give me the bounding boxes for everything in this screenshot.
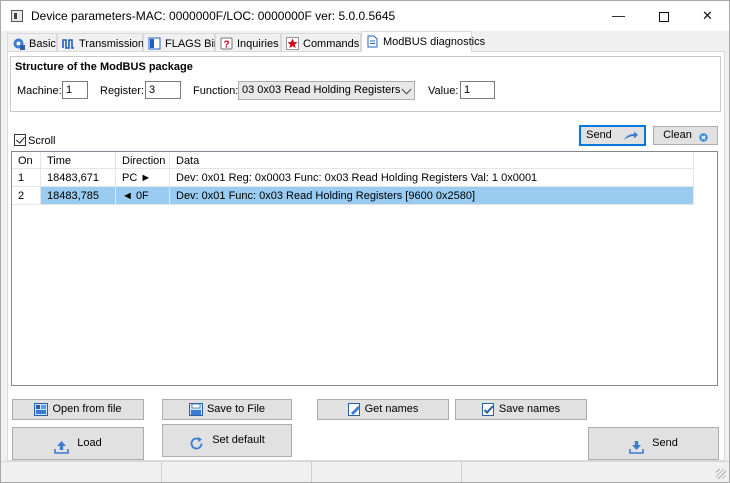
value-field[interactable]: 1: [460, 81, 495, 99]
open-from-file-button[interactable]: Open from file: [12, 399, 144, 420]
pulse-wave-icon: [62, 37, 75, 50]
save-to-file-button[interactable]: Save to File: [162, 399, 292, 420]
column-header-on[interactable]: On: [12, 152, 41, 169]
cell-direction: ◄ 0F: [116, 187, 170, 205]
status-separator: [311, 462, 312, 482]
value-label: Value:: [428, 85, 459, 97]
cell-time: 18483,785: [41, 187, 116, 205]
register-field[interactable]: 3: [145, 81, 181, 99]
edit-names-icon: [347, 402, 361, 416]
set-default-label: Set default: [212, 434, 265, 446]
group-title: Structure of the ModBUS package: [15, 61, 193, 73]
tab-modbus-diagnostics[interactable]: ModBUS diagnostics: [361, 31, 485, 52]
send-button[interactable]: Send: [588, 427, 719, 460]
flag-panel-icon: [148, 37, 161, 50]
function-select[interactable]: 03 0x03 Read Holding Registers: [238, 81, 415, 100]
tab-basic[interactable]: Basic: [7, 33, 57, 52]
send-label: Send: [652, 437, 678, 449]
status-separator: [461, 462, 462, 482]
function-label: Function:: [193, 85, 239, 97]
send-arrow-icon: [623, 130, 639, 141]
check-names-icon: [481, 402, 495, 416]
cell-data: Dev: 0x01 Func: 0x03 Read Holding Regist…: [170, 187, 694, 205]
send-package-label: Send: [586, 129, 612, 141]
tab-basic-label: Basic: [29, 38, 56, 50]
window-title: Device parameters-MAC: 0000000F/LOC: 000…: [31, 9, 396, 23]
clear-icon: [699, 131, 708, 142]
maximize-icon: [658, 11, 669, 22]
gear-globe-icon: [12, 37, 25, 50]
column-header-direction[interactable]: Direction: [116, 152, 170, 169]
document-icon: [366, 35, 379, 48]
cell-on: 1: [12, 169, 41, 187]
minimize-button[interactable]: —: [596, 1, 641, 31]
tab-flags-bin[interactable]: FLAGS Bin: [143, 33, 220, 52]
scroll-label: Scroll: [28, 135, 56, 147]
scroll-checkbox[interactable]: [14, 134, 26, 146]
svg-text:?: ?: [224, 40, 230, 51]
send-package-button[interactable]: Send: [579, 125, 646, 146]
cell-time: 18483,671: [41, 169, 116, 187]
set-default-button[interactable]: Set default: [162, 424, 292, 457]
column-header-time[interactable]: Time: [41, 152, 116, 169]
open-file-icon: [34, 402, 49, 416]
tab-inquiries-label: Inquiries: [237, 38, 279, 50]
tab-transmission[interactable]: Transmission: [57, 33, 144, 52]
load-button[interactable]: Load: [12, 427, 144, 460]
upload-icon: [54, 436, 70, 454]
function-select-value: 03 0x03 Read Holding Registers: [242, 84, 401, 96]
maximize-button[interactable]: [641, 1, 686, 31]
table-row-selected[interactable]: 2 18483,785 ◄ 0F Dev: 0x01 Func: 0x03 Re…: [12, 187, 694, 205]
status-bar: [1, 461, 729, 482]
device-parameters-window: Device parameters-MAC: 0000000F/LOC: 000…: [0, 0, 730, 483]
load-label: Load: [77, 437, 102, 449]
title-bar: Device parameters-MAC: 0000000F/LOC: 000…: [1, 1, 729, 31]
tab-transmission-label: Transmission: [79, 38, 144, 50]
table-header: On Time Direction Data: [12, 152, 717, 169]
refresh-icon: [189, 433, 204, 449]
cell-on: 2: [12, 187, 41, 205]
clean-label: Clean: [663, 129, 692, 141]
chevron-down-icon: [401, 84, 412, 95]
tab-commands[interactable]: Commands: [281, 33, 361, 52]
tab-commands-label: Commands: [303, 38, 360, 50]
close-button[interactable]: ✕: [685, 1, 730, 31]
table-row[interactable]: 1 18483,671 PC ► Dev: 0x01 Reg: 0x0003 F…: [12, 169, 694, 187]
save-to-file-label: Save to File: [206, 403, 266, 415]
modbus-package-group: Structure of the ModBUS package Machine:…: [10, 56, 721, 112]
tab-inquiries[interactable]: ? Inquiries: [215, 33, 281, 52]
machine-label: Machine:: [17, 85, 62, 97]
save-names-button[interactable]: Save names: [455, 399, 587, 420]
machine-field[interactable]: 1: [62, 81, 88, 99]
tab-modbus-diagnostics-label: ModBUS diagnostics: [383, 36, 486, 48]
question-icon: ?: [220, 37, 233, 51]
open-from-file-label: Open from file: [52, 403, 122, 415]
get-names-button[interactable]: Get names: [317, 399, 449, 420]
cell-direction: PC ►: [116, 169, 170, 187]
cell-data: Dev: 0x01 Reg: 0x0003 Func: 0x03 Read Ho…: [170, 169, 694, 187]
clean-button[interactable]: Clean: [653, 126, 718, 145]
column-header-data[interactable]: Data: [170, 152, 694, 169]
register-label: Register:: [100, 85, 145, 97]
tab-flags-bin-label: FLAGS Bin: [165, 38, 221, 50]
save-file-icon: [188, 402, 203, 416]
modbus-log-table[interactable]: On Time Direction Data 1 18483,671 PC ► …: [11, 151, 718, 386]
download-icon: [629, 436, 644, 454]
status-separator: [161, 462, 162, 482]
app-icon: [11, 10, 23, 22]
get-names-label: Get names: [364, 403, 419, 415]
star-command-icon: [286, 37, 299, 50]
resize-grip-icon[interactable]: [716, 469, 726, 479]
save-names-label: Save names: [498, 403, 561, 415]
